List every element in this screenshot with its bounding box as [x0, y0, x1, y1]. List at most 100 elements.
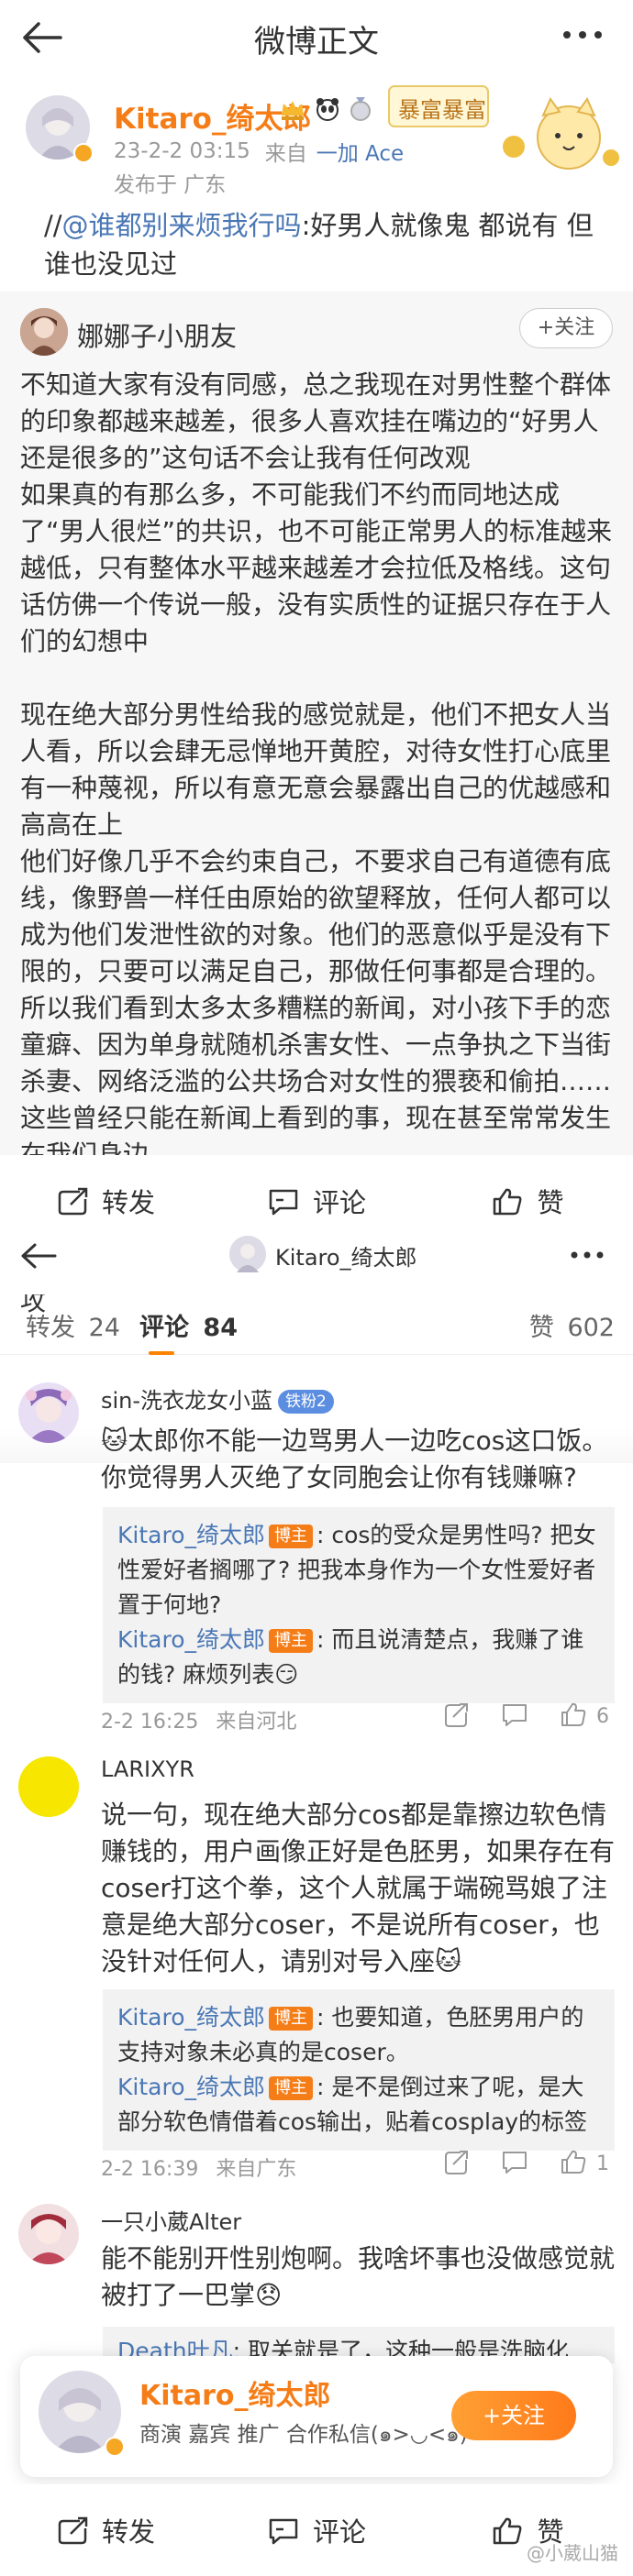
tab-likes[interactable]: 赞 602	[529, 1307, 615, 1343]
sticker-text: 暴富暴富	[398, 97, 486, 123]
thumbs-up-icon[interactable]	[560, 2149, 587, 2176]
repost-label: 转发	[101, 1187, 155, 1218]
quoted-paragraph: 现在绝大部分男性给我的感觉就是，他们不把女人当人看，所以会肆无忌惮地开黄腔，对待…	[20, 699, 612, 840]
commenter-name[interactable]: sin-洗衣龙女小蓝 铁粉2	[101, 1382, 334, 1415]
cat-emoji-icon: 🐱	[435, 1946, 462, 1976]
quoted-author-name[interactable]: 娜娜子小朋友	[77, 315, 237, 354]
card-author-bio: 商演 嘉宾 推广 合作私信(๑>◡<๑)	[139, 2423, 468, 2447]
share-icon[interactable]	[442, 2149, 470, 2176]
reply-author[interactable]: Kitaro_绮太郎	[117, 1626, 265, 1653]
comment-place: 来自河北	[216, 1711, 297, 1734]
tab-comments[interactable]: 评论 84	[139, 1307, 238, 1343]
more-options-icon[interactable]	[569, 1241, 605, 1269]
verified-badge-icon	[105, 2437, 125, 2457]
post-time: 23-2-2 03:15	[114, 139, 250, 163]
post-meta: 23-2-2 03:15 来自 一加 Ace	[114, 136, 404, 167]
commenter-avatar[interactable]	[18, 1756, 79, 1817]
page-title: 微博正文	[254, 24, 379, 61]
comment-text: 能不能别开性别炮啊。我啥坏事也没做感觉就被打了一巴掌😞	[101, 2240, 615, 2314]
commenter-avatar[interactable]	[18, 2204, 79, 2264]
cat-emoji-icon: 🐱	[101, 1426, 128, 1456]
mention-link[interactable]: @谁都别来烦我行吗	[62, 210, 302, 241]
thumbs-up-icon	[494, 2517, 522, 2545]
back-arrow-icon[interactable]	[17, 1236, 61, 1276]
comment-tabs: 转发 24 评论 84 赞 602	[0, 1300, 633, 1355]
comment-icon	[269, 2518, 298, 2545]
nav-author-name[interactable]: Kitaro_绮太郎	[275, 1239, 417, 1271]
thumbs-up-icon[interactable]	[560, 1701, 587, 1729]
quoted-paragraph: 不知道大家有没有同感，总之我现在对男性整个群体的印象都越来越差，很多人喜欢挂在嘴…	[20, 369, 612, 473]
reply-item: Kitaro_绮太郎 博主: 而且说清楚点，我赚了谁的钱? 麻烦列表😏	[117, 1623, 600, 1692]
thumbs-up-icon	[494, 1188, 522, 1216]
comment-footer: 2-2 16:39 来自广东 1	[101, 2149, 615, 2182]
author-tag: 博主	[269, 1629, 313, 1653]
verified-badge-icon	[73, 143, 94, 163]
reply-author[interactable]: Kitaro_绮太郎	[117, 2004, 265, 2031]
tab-comments-label: 评论	[139, 1314, 189, 1342]
reply-item: Kitaro_绮太郎 博主: cos的受众是男性吗? 把女性爱好者搁哪了? 把我本…	[117, 1518, 600, 1623]
comment-text-body: 能不能别开性别炮啊。我啥坏事也没做感觉就被打了一巴掌	[101, 2243, 616, 2310]
comment-icon	[269, 1189, 298, 1216]
author-tag: 博主	[269, 1525, 313, 1548]
quoted-paragraph: 所以我们看到太多太多糟糕的新闻，对小孩下手的恋童癖、因为单身就随机杀害女性、一点…	[20, 993, 612, 1170]
post-location: 发布于 广东	[114, 173, 227, 197]
comment-date: 2-2 16:25	[101, 1711, 199, 1734]
reply-author[interactable]: Kitaro_绮太郎	[117, 2074, 265, 2100]
comments-nav-bar: Kitaro_绮太郎	[0, 1228, 633, 1294]
watermark: @小葳山猫	[527, 2542, 618, 2564]
repost-icon	[58, 2516, 88, 2545]
reply-list[interactable]: Kitaro_绮太郎 博主: cos的受众是男性吗? 把女性爱好者搁哪了? 把我本…	[103, 1507, 615, 1703]
active-tab-indicator	[149, 1351, 174, 1355]
card-author-name[interactable]: Kitaro_绮太郎	[139, 2372, 331, 2413]
follow-button[interactable]: +关注	[519, 308, 613, 348]
comment-text: 🐱太郎你不能一边骂男人一边吃cos这口饭。你觉得男人灭绝了女同胞会让你有钱赚嘛?	[101, 1423, 615, 1496]
comment-like-count: 6	[596, 1705, 609, 1728]
commenter-name[interactable]: LARIXYR	[101, 1756, 194, 1782]
sad-emoji-icon: 😞	[255, 2280, 283, 2310]
nav-avatar[interactable]	[229, 1236, 266, 1272]
reply-list[interactable]: Kitaro_绮太郎 博主: 也要知道，色胚男用户的支持对象未必真的是coser。…	[103, 1989, 615, 2151]
top-bar: 微博正文	[0, 0, 633, 83]
share-icon[interactable]	[442, 1701, 470, 1729]
from-label: 来自	[264, 142, 307, 166]
tab-likes-label: 赞	[528, 1314, 554, 1342]
quoted-author-avatar[interactable]	[20, 308, 68, 356]
card-follow-button[interactable]: +关注	[451, 2391, 576, 2440]
comment-date: 2-2 16:39	[101, 2158, 199, 2181]
repost-label: 转发	[101, 2516, 155, 2548]
post-text: //@谁都别来烦我行吗:好男人就像鬼 都说有 但谁也没见过	[44, 206, 613, 283]
author-tag: 博主	[269, 2007, 313, 2031]
bottom-action-bar: 转发 评论 赞 @小葳山猫	[0, 2484, 633, 2576]
comment-text: 说一句，现在绝大部分cos都是靠擦边软色情赚钱的，用户画像正好是色胚男，如果存在…	[101, 1797, 615, 1980]
crown-icon	[282, 101, 304, 120]
tab-reposts[interactable]: 转发 24	[26, 1307, 120, 1343]
reply-item: Kitaro_绮太郎 博主: 也要知道，色胚男用户的支持对象未必真的是coser。	[117, 2000, 600, 2070]
repost-button[interactable]: 转发	[0, 2484, 211, 2576]
author-follow-card[interactable]: Kitaro_绮太郎 商演 嘉宾 推广 合作私信(๑>◡<๑) +关注	[20, 2356, 613, 2477]
medal-icon	[350, 97, 371, 121]
panda-icon	[316, 98, 339, 121]
reply-item: Kitaro_绮太郎 博主: 是不是倒过来了呢，是大部分软色情借着cos输出，贴着…	[117, 2070, 600, 2140]
comment-text-body: 太郎你不能一边骂男人一边吃cos这口饭。你觉得男人灭绝了女同胞会让你有钱赚嘛?	[101, 1426, 608, 1492]
reply-icon[interactable]	[501, 1701, 528, 1729]
comment-label: 评论	[312, 1187, 366, 1218]
quoted-paragraph: 如果真的有那么多，不可能我们不约而同地达成了“男人很烂”的共识，也不可能正常男人…	[20, 479, 613, 656]
commenter-avatar[interactable]	[18, 1382, 79, 1443]
comment-footer: 2-2 16:25 来自河北 6	[101, 1702, 615, 1734]
comment-text-body: 说一句，现在绝大部分cos都是靠擦边软色情赚钱的，用户画像正好是色胚男，如果存在…	[101, 1800, 616, 1976]
comment-button[interactable]: 评论	[211, 2484, 422, 2576]
repost-icon	[58, 1187, 88, 1216]
commenter-name[interactable]: 一只小葳Alter	[101, 2204, 241, 2236]
commenter-name-text: sin-洗衣龙女小蓝	[101, 1388, 273, 1414]
author-tag: 博主	[269, 2076, 313, 2100]
like-label: 赞	[537, 1187, 564, 1218]
post-author-header: Kitaro_绮太郎 暴富暴富 23-2-2 03:15 来自 一加 Ace 发…	[0, 83, 633, 202]
reply-icon[interactable]	[501, 2149, 528, 2176]
post-prefix: //	[44, 210, 62, 241]
quoted-post-card[interactable]: 娜娜子小朋友 +关注 不知道大家有没有同感，总之我现在对男性整个群体的印象都越来…	[0, 292, 633, 1463]
reply-author[interactable]: Kitaro_绮太郎	[117, 1522, 265, 1548]
decor-sticker: 暴富暴富	[385, 83, 626, 176]
comment-like-count: 1	[596, 2152, 609, 2175]
post-client[interactable]: 一加 Ace	[316, 136, 404, 167]
more-options-icon[interactable]	[560, 17, 605, 53]
